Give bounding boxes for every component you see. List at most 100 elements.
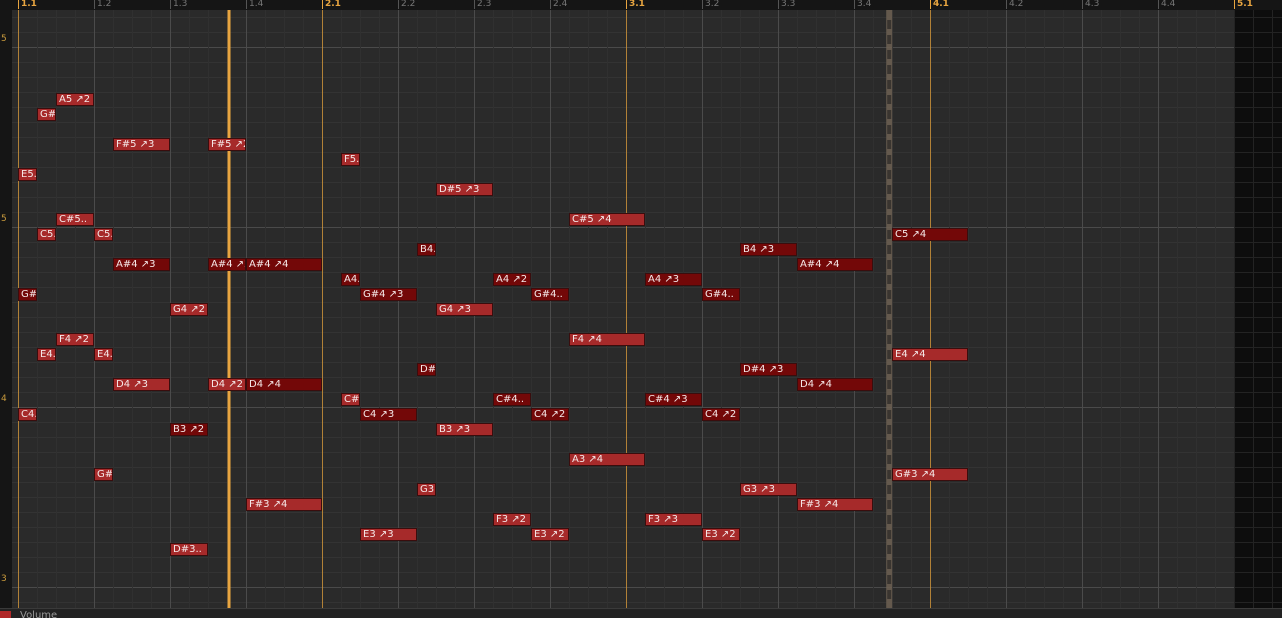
note-block[interactable]: E5. bbox=[18, 168, 37, 181]
ruler-label: 3.4 bbox=[854, 0, 871, 9]
ruler-label: 2.3 bbox=[474, 0, 491, 9]
loop-end-notch bbox=[887, 545, 892, 554]
note-block[interactable]: F4 ↗4 bbox=[569, 333, 645, 346]
note-block[interactable]: A4. bbox=[341, 273, 360, 286]
loop-end-notch bbox=[887, 470, 892, 479]
note-block[interactable]: A#4 ↗3 bbox=[113, 258, 170, 271]
note-block[interactable]: C#4.. bbox=[493, 393, 531, 406]
note-block[interactable]: G4 ↗3 bbox=[436, 303, 493, 316]
loop-end-notch bbox=[887, 230, 892, 239]
loop-end-notch bbox=[887, 305, 892, 314]
note-block[interactable]: G3 ↗3 bbox=[740, 483, 797, 496]
loop-end-notch bbox=[887, 245, 892, 254]
note-block[interactable]: A3 ↗4 bbox=[569, 453, 645, 466]
loop-end-notch bbox=[887, 485, 892, 494]
note-block[interactable]: E3 ↗2 bbox=[531, 528, 569, 541]
note-block[interactable]: E4. bbox=[94, 348, 113, 361]
note-block[interactable]: C4 ↗3 bbox=[360, 408, 417, 421]
note-block[interactable]: F3 ↗3 bbox=[645, 513, 702, 526]
note-block[interactable]: A#4 ↗4 bbox=[797, 258, 873, 271]
loop-end-notch bbox=[887, 560, 892, 569]
note-block[interactable]: A#4 ↗2 bbox=[208, 258, 246, 271]
note-block[interactable]: B3 ↗2 bbox=[170, 423, 208, 436]
loop-end-notch bbox=[887, 260, 892, 269]
note-block[interactable]: F#3 ↗4 bbox=[797, 498, 873, 511]
note-block[interactable]: E4. bbox=[37, 348, 56, 361]
note-block[interactable]: A#4 ↗4 bbox=[246, 258, 322, 271]
note-block[interactable]: F5. bbox=[341, 153, 360, 166]
note-block[interactable]: A4 ↗3 bbox=[645, 273, 702, 286]
note-block[interactable]: F3 ↗2 bbox=[493, 513, 531, 526]
loop-end-notch bbox=[887, 365, 892, 374]
loop-end-notch bbox=[887, 380, 892, 389]
note-block[interactable]: D4 ↗2 bbox=[208, 378, 246, 391]
ruler-label: 1.4 bbox=[246, 0, 263, 9]
loop-end-notch bbox=[887, 125, 892, 134]
loop-end-notch bbox=[887, 425, 892, 434]
note-block[interactable]: G#3 ↗4 bbox=[892, 468, 968, 481]
note-block[interactable]: F#5 ↗3 bbox=[113, 138, 170, 151]
note-block[interactable]: D4 ↗3 bbox=[113, 378, 170, 391]
note-block[interactable]: A5 ↗2 bbox=[56, 93, 94, 106]
note-block[interactable]: C4 ↗2 bbox=[531, 408, 569, 421]
playhead-line bbox=[227, 10, 231, 608]
note-block[interactable]: C4 ↗2 bbox=[702, 408, 740, 421]
note-block[interactable]: G# bbox=[37, 108, 56, 121]
ruler-label: 3.3 bbox=[778, 0, 795, 9]
loop-end-notch bbox=[887, 200, 892, 209]
note-block[interactable]: D4 ↗4 bbox=[797, 378, 873, 391]
note-block[interactable]: E3 ↗3 bbox=[360, 528, 417, 541]
loop-end-notch bbox=[887, 110, 892, 119]
loop-end-notch bbox=[887, 500, 892, 509]
note-block[interactable]: G# bbox=[94, 468, 113, 481]
loop-end-notch bbox=[887, 530, 892, 539]
note-block[interactable]: G4 ↗2 bbox=[170, 303, 208, 316]
loop-end-notch bbox=[887, 50, 892, 59]
note-block[interactable]: D4 ↗4 bbox=[246, 378, 322, 391]
loop-end-notch bbox=[887, 395, 892, 404]
loop-end-notch bbox=[887, 590, 892, 599]
ruler-label: 4.3 bbox=[1082, 0, 1099, 9]
ruler-label: 2.4 bbox=[550, 0, 567, 9]
note-block[interactable]: C#5 ↗4 bbox=[569, 213, 645, 226]
note-block[interactable]: F#3 ↗4 bbox=[246, 498, 322, 511]
note-block[interactable]: E3 ↗2 bbox=[702, 528, 740, 541]
loop-end-notch bbox=[887, 65, 892, 74]
loop-end-notch bbox=[887, 185, 892, 194]
note-block[interactable]: C# bbox=[341, 393, 360, 406]
loop-end-notch bbox=[887, 440, 892, 449]
loop-end-notch bbox=[887, 20, 892, 29]
ruler-label: 4.1 bbox=[930, 0, 949, 9]
piano-roll-grid[interactable]: A5 ↗2 G# F#5 ↗3 F#5 ↗2 F5. E5. D#5 ↗3 C#5.. C#5 … bbox=[12, 10, 1282, 608]
note-block[interactable]: C#5.. bbox=[56, 213, 94, 226]
note-block[interactable]: D#4 ↗3 bbox=[740, 363, 797, 376]
loop-end-notch bbox=[887, 335, 892, 344]
note-block[interactable]: D# bbox=[417, 363, 436, 376]
note-block[interactable]: D#5 ↗3 bbox=[436, 183, 493, 196]
note-block[interactable]: C#4 ↗3 bbox=[645, 393, 702, 406]
note-block[interactable]: F#5 ↗2 bbox=[208, 138, 246, 151]
ruler-label: 2.2 bbox=[398, 0, 415, 9]
note-block[interactable]: E4 ↗4 bbox=[892, 348, 968, 361]
loop-end-notch bbox=[887, 290, 892, 299]
note-block[interactable]: F4 ↗2 bbox=[56, 333, 94, 346]
note-block[interactable]: G3. bbox=[417, 483, 436, 496]
ruler-label: 4.2 bbox=[1006, 0, 1023, 9]
note-block[interactable]: B4. bbox=[417, 243, 436, 256]
loop-end-notch bbox=[887, 95, 892, 104]
note-block[interactable]: B3 ↗3 bbox=[436, 423, 493, 436]
note-block[interactable]: C5. bbox=[37, 228, 56, 241]
note-block[interactable]: G# bbox=[18, 288, 37, 301]
note-block[interactable]: G#4.. bbox=[531, 288, 569, 301]
ruler-label: 3.2 bbox=[702, 0, 719, 9]
note-block[interactable]: D#3.. bbox=[170, 543, 208, 556]
note-block[interactable]: G#4.. bbox=[702, 288, 740, 301]
ruler-label: 1.1 bbox=[18, 0, 37, 9]
note-block[interactable]: G#4 ↗3 bbox=[360, 288, 417, 301]
note-block[interactable]: C5. bbox=[94, 228, 113, 241]
note-block[interactable]: B4 ↗3 bbox=[740, 243, 797, 256]
ruler-label: 5.1 bbox=[1234, 0, 1253, 9]
note-block[interactable]: C4. bbox=[18, 408, 37, 421]
note-block[interactable]: A4 ↗2 bbox=[493, 273, 531, 286]
note-block[interactable]: C5 ↗4 bbox=[892, 228, 968, 241]
